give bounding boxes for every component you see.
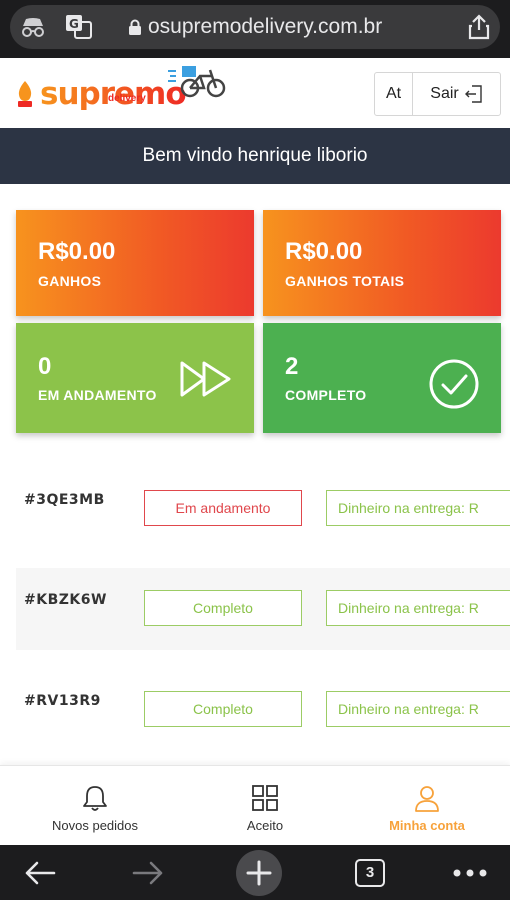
more-options-icon[interactable] bbox=[448, 845, 492, 900]
completed-card[interactable]: 2 COMPLETO bbox=[263, 323, 501, 433]
welcome-banner: Bem vindo henrique liborio bbox=[0, 128, 510, 184]
total-earnings-value: R$0.00 bbox=[285, 238, 363, 265]
logout-button[interactable]: Sair bbox=[413, 73, 500, 115]
nav-label: Aceito bbox=[246, 818, 284, 833]
bicycle-icon bbox=[168, 66, 226, 98]
incognito-icon[interactable] bbox=[18, 12, 48, 42]
completed-label: COMPLETO bbox=[285, 387, 367, 403]
url-text: osupremodelivery.com.br bbox=[148, 15, 383, 38]
nav-new-orders[interactable]: Novos pedidos bbox=[10, 766, 180, 846]
tab-count: 3 bbox=[355, 858, 385, 887]
order-row[interactable]: #3QE3MB Em andamento Dinheiro na entrega… bbox=[16, 468, 510, 550]
browser-address-bar: G osupremodelivery.com.br bbox=[0, 0, 510, 58]
header-actions: At Sair bbox=[374, 72, 501, 116]
url-field[interactable]: osupremodelivery.com.br bbox=[128, 12, 382, 42]
nav-label: Novos pedidos bbox=[52, 818, 138, 833]
fast-forward-icon bbox=[180, 361, 231, 397]
status-badge: Completo bbox=[144, 691, 302, 727]
order-id: #KBZK6W bbox=[24, 592, 107, 608]
payment-badge: Dinheiro na entrega: R bbox=[326, 590, 510, 626]
earnings-card[interactable]: R$0.00 GANHOS bbox=[16, 210, 254, 316]
app-header: supremo delivery At Sair bbox=[0, 58, 510, 128]
earnings-label: GANHOS bbox=[38, 273, 102, 289]
in-progress-label: EM ANDAMENTO bbox=[38, 387, 157, 403]
status-badge: Completo bbox=[144, 590, 302, 626]
lock-icon bbox=[129, 19, 141, 35]
order-id: #3QE3MB bbox=[24, 492, 105, 508]
flame-icon bbox=[18, 81, 32, 107]
tabs-button[interactable]: 3 bbox=[350, 845, 390, 900]
status-badge: Em andamento bbox=[144, 490, 302, 526]
total-earnings-card[interactable]: R$0.00 GANHOS TOTAIS bbox=[263, 210, 501, 316]
in-progress-value: 0 bbox=[38, 353, 52, 380]
plus-icon bbox=[236, 849, 282, 896]
svg-text:G: G bbox=[69, 17, 79, 31]
completed-value: 2 bbox=[285, 353, 299, 380]
nav-my-account[interactable]: Minha conta bbox=[342, 766, 510, 846]
order-id: #RV13R9 bbox=[24, 693, 101, 709]
brand-logo[interactable]: supremo bbox=[14, 74, 187, 114]
bottom-navigation: Novos pedidos Aceito Minha conta bbox=[0, 765, 510, 845]
order-row[interactable]: #KBZK6W Completo Dinheiro na entrega: R bbox=[16, 568, 510, 650]
at-button[interactable]: At bbox=[375, 73, 413, 115]
earnings-value: R$0.00 bbox=[38, 238, 116, 265]
share-icon[interactable] bbox=[464, 12, 494, 42]
bell-icon bbox=[83, 786, 107, 811]
back-arrow-icon[interactable] bbox=[18, 845, 62, 900]
payment-badge: Dinheiro na entrega: R bbox=[326, 691, 510, 727]
logout-icon bbox=[464, 85, 482, 103]
forward-arrow-icon[interactable] bbox=[126, 845, 170, 900]
user-icon bbox=[415, 786, 439, 812]
translate-icon[interactable]: G bbox=[64, 12, 94, 42]
new-tab-button[interactable] bbox=[235, 845, 283, 900]
payment-badge: Dinheiro na entrega: R bbox=[326, 490, 510, 526]
grid-icon bbox=[252, 785, 278, 811]
nav-label: Minha conta bbox=[389, 818, 465, 833]
total-earnings-label: GANHOS TOTAIS bbox=[285, 273, 405, 289]
order-row[interactable]: #RV13R9 Completo Dinheiro na entrega: R bbox=[16, 669, 510, 751]
nav-accepted[interactable]: Aceito bbox=[180, 766, 350, 846]
logo-subtitle: delivery bbox=[108, 93, 146, 104]
browser-toolbar: 3 bbox=[0, 845, 510, 900]
check-circle-icon bbox=[429, 359, 479, 409]
logout-label: Sair bbox=[430, 85, 459, 102]
in-progress-card[interactable]: 0 EM ANDAMENTO bbox=[16, 323, 254, 433]
